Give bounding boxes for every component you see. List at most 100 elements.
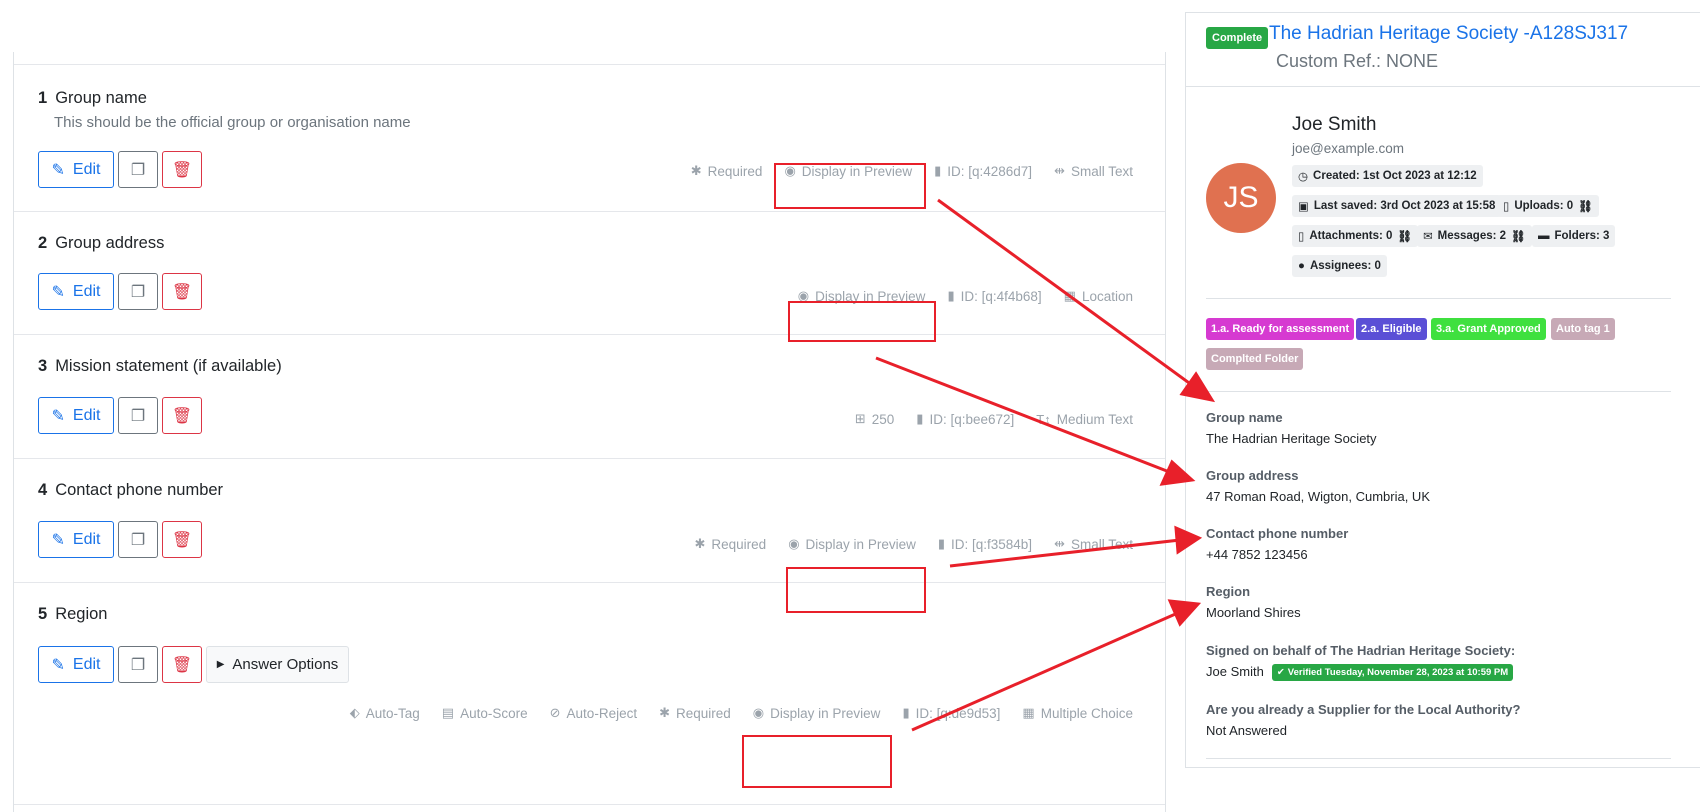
screen: 1 Group name This should be the official … bbox=[0, 0, 1700, 812]
question-id: ▮ ID: [q:4286d7] bbox=[934, 163, 1032, 179]
text-height-icon: T↕ bbox=[1036, 411, 1051, 427]
eye-icon: ◉ bbox=[788, 536, 800, 551]
clipboard-icon: ▮ bbox=[934, 163, 942, 178]
applicant-email: joe@example.com bbox=[1292, 141, 1405, 156]
field-value: 47 Roman Road, Wigton, Cumbria, UK bbox=[1206, 489, 1430, 504]
question-id: ▮ ID: [q:f3584b] bbox=[938, 536, 1032, 552]
question-type: T↕ Medium Text bbox=[1036, 412, 1133, 427]
question-row: 4 Contact phone number ✎ Edit ❐ 🗑 ✱ Require… bbox=[14, 458, 1165, 582]
question-number: 2 bbox=[38, 234, 48, 252]
top-blank-area bbox=[13, 0, 1166, 52]
link-icon: ⛓ bbox=[1397, 231, 1413, 243]
edit-button[interactable]: ✎ Edit bbox=[38, 151, 114, 188]
question-id: ▮ ID: [q:4f4b68] bbox=[947, 288, 1041, 304]
duplicate-button[interactable]: ❐ bbox=[118, 273, 158, 310]
edit-icon: ✎ bbox=[51, 531, 65, 549]
required-label: Required bbox=[707, 163, 763, 179]
delete-button[interactable]: 🗑 bbox=[162, 646, 202, 683]
duplicate-button[interactable]: ❐ bbox=[118, 646, 158, 683]
duplicate-button[interactable]: ❐ bbox=[118, 397, 158, 434]
trash-icon: 🗑 bbox=[171, 161, 193, 179]
tag-badge: 3.a. Grant Approved bbox=[1431, 318, 1546, 340]
edit-button[interactable]: ✎ Edit bbox=[38, 273, 114, 310]
tag-badge: Auto tag 1 bbox=[1551, 318, 1615, 340]
submission-title-link[interactable]: The Hadrian Heritage Society -A128SJ317 bbox=[1269, 23, 1628, 45]
messages-stat[interactable]: ✉ Messages: 2 ⛓ bbox=[1417, 225, 1532, 247]
delete-button[interactable]: 🗑 bbox=[162, 273, 202, 310]
highlight-box bbox=[786, 567, 926, 613]
delete-button[interactable]: 🗑 bbox=[162, 521, 202, 558]
uploads-label: Uploads: 0 bbox=[1514, 200, 1574, 212]
question-title: 3 Mission statement (if available) bbox=[38, 357, 282, 376]
edit-button[interactable]: ✎ Edit bbox=[38, 397, 114, 434]
attachments-stat[interactable]: ▯ Attachments: 0 ⛓ bbox=[1292, 225, 1419, 247]
submission-preview-panel: Complete The Hadrian Heritage Society -A… bbox=[1185, 12, 1700, 768]
question-actions: ✎ Edit ❐ 🗑 bbox=[38, 521, 202, 558]
question-title: 5 Region bbox=[38, 605, 107, 624]
attachments-label: Attachments: 0 bbox=[1309, 230, 1393, 242]
ban-icon: ⊘ bbox=[549, 705, 561, 720]
auto-reject-label: Auto-Reject bbox=[566, 705, 638, 721]
uploads-stat[interactable]: ▯ Uploads: 0 ⛓ bbox=[1497, 195, 1599, 217]
question-id: ▮ ID: [q:bee672] bbox=[916, 411, 1014, 427]
asterisk-icon: ✱ bbox=[690, 163, 702, 178]
tag-icon: ⬖ bbox=[349, 705, 360, 720]
auto-reject-flag: ⊘ Auto-Reject bbox=[550, 705, 637, 721]
clipboard-icon: ▮ bbox=[902, 705, 910, 720]
question-id-label: ID: [q:4f4b68] bbox=[960, 288, 1042, 304]
field-value: Moorland Shires bbox=[1206, 605, 1301, 620]
question-type-label: Multiple Choice bbox=[1040, 705, 1133, 721]
question-number: 1 bbox=[38, 89, 48, 107]
folders-stat: ▬ Folders: 3 bbox=[1532, 225, 1616, 247]
required-flag: ✱ Required bbox=[659, 705, 731, 721]
duplicate-button[interactable]: ❐ bbox=[118, 151, 158, 188]
edit-button[interactable]: ✎ Edit bbox=[38, 646, 114, 683]
preview-label: Display in Preview bbox=[805, 536, 916, 552]
last-saved-label: Last saved: 3rd Oct 2023 at 15:58 bbox=[1313, 200, 1496, 212]
edit-icon: ✎ bbox=[51, 656, 65, 674]
display-in-preview-flag: ◉ Display in Preview bbox=[753, 705, 881, 721]
character-limit: ⊞ 250 bbox=[855, 411, 894, 427]
file-upload-icon: ▯ bbox=[1503, 201, 1510, 213]
question-meta: ⊞ 250 ▮ ID: [q:bee672] T↕ Medium Text bbox=[855, 411, 1133, 427]
answer-options-toggle[interactable]: ▶ Answer Options bbox=[206, 646, 349, 683]
question-id-label: ID: [q:de9d53] bbox=[915, 705, 1001, 721]
file-icon: ▯ bbox=[1298, 231, 1305, 243]
question-number: 5 bbox=[38, 605, 48, 623]
created-stat: ◷ Created: 1st Oct 2023 at 12:12 bbox=[1292, 165, 1483, 187]
grid-icon: ▦ bbox=[1022, 705, 1035, 720]
question-row: 2 Group address ✎ Edit ❐ 🗑 ◉ Display in Pre… bbox=[14, 211, 1165, 334]
delete-button[interactable]: 🗑 bbox=[162, 397, 202, 434]
folder-badge: Complted Folder bbox=[1206, 348, 1304, 370]
field-label: Signed on behalf of The Hadrian Heritage… bbox=[1206, 643, 1516, 658]
question-title-text: Region bbox=[55, 605, 108, 623]
question-number: 4 bbox=[38, 481, 48, 499]
character-limit-label: 250 bbox=[871, 411, 895, 427]
assignees-label: Assignees: 0 bbox=[1309, 260, 1381, 272]
assignees-stat: ● Assignees: 0 bbox=[1292, 255, 1387, 277]
edit-button[interactable]: ✎ Edit bbox=[38, 521, 114, 558]
submission-header: Complete The Hadrian Heritage Society -A… bbox=[1186, 13, 1700, 87]
field-value: Not Answered bbox=[1206, 723, 1287, 738]
question-title-text: Group address bbox=[55, 234, 165, 252]
duplicate-button[interactable]: ❐ bbox=[118, 521, 158, 558]
text-width-icon: ⇹ bbox=[1054, 163, 1065, 178]
question-meta: ✱ Required ◉ Display in Preview ▮ ID: [q:f3… bbox=[695, 536, 1134, 552]
highlight-box bbox=[742, 735, 892, 788]
question-description: This should be the official group or org… bbox=[54, 114, 411, 131]
field-value: Joe Smith bbox=[1206, 664, 1264, 679]
edit-label: Edit bbox=[72, 406, 101, 424]
delete-button[interactable]: 🗑 bbox=[162, 151, 202, 188]
question-row: 5 Region ✎ Edit ❐ 🗑 ▶ Answer Options ⬖ Auto-… bbox=[14, 582, 1165, 754]
auto-tag-flag: ⬖ Auto-Tag bbox=[350, 705, 420, 721]
divider bbox=[1206, 391, 1671, 392]
edit-label: Edit bbox=[72, 530, 101, 548]
eye-icon: ◉ bbox=[752, 705, 765, 720]
field-value: The Hadrian Heritage Society bbox=[1206, 431, 1377, 446]
highlight-box bbox=[774, 163, 926, 209]
list-divider bbox=[14, 804, 1165, 812]
question-type: ⇹ Small Text bbox=[1054, 536, 1133, 552]
plus-square-icon: ⊞ bbox=[854, 411, 866, 426]
trash-icon: 🗑 bbox=[171, 283, 193, 301]
answer-options-label: Answer Options bbox=[232, 656, 339, 673]
